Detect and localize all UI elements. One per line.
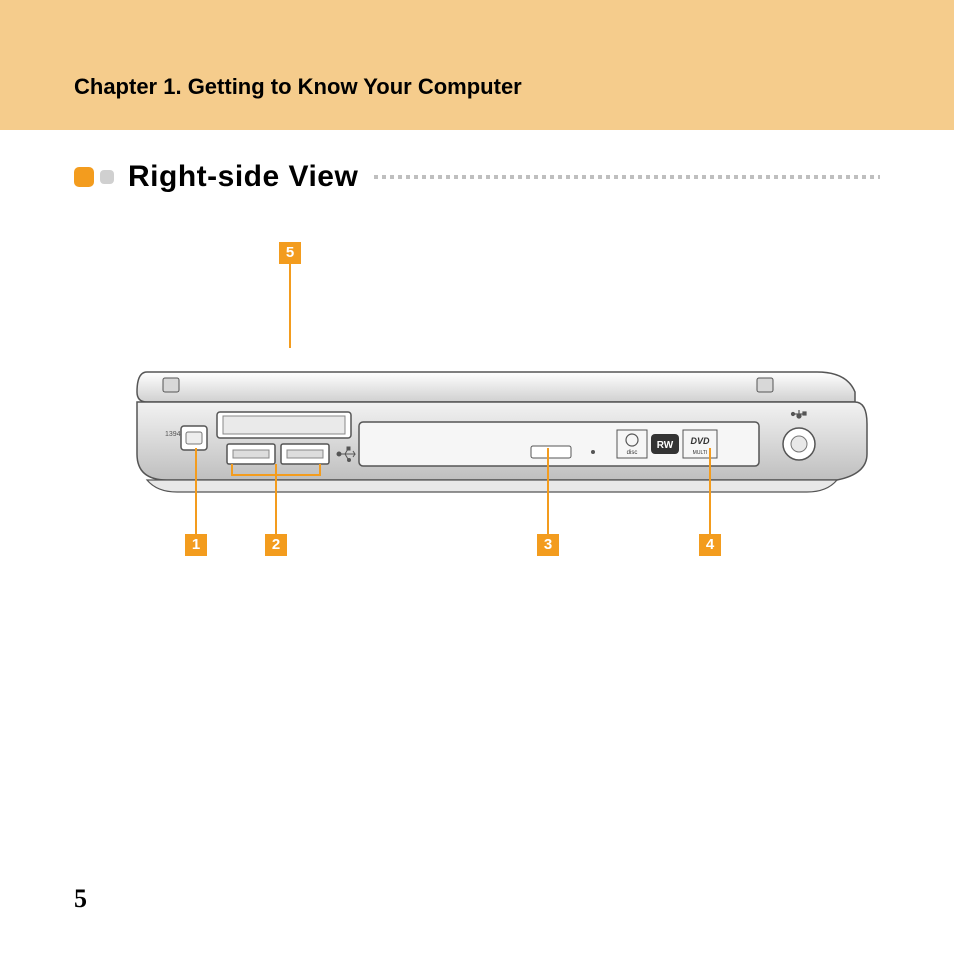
- section-bullet-secondary-icon: [100, 170, 114, 184]
- section-bullet-primary-icon: [74, 167, 94, 187]
- laptop-side-illustration: disc RW DVD MULTI 1394: [77, 334, 877, 514]
- svg-text:1394: 1394: [165, 431, 181, 438]
- section-dash-line: [374, 175, 880, 179]
- page-number: 5: [74, 884, 87, 914]
- svg-text:MULTI: MULTI: [693, 450, 708, 456]
- callout-5: 5: [279, 242, 301, 264]
- chapter-header-band: Chapter 1. Getting to Know Your Computer: [0, 0, 954, 130]
- section-title: Right-side View: [128, 160, 358, 194]
- callout-3-leader-line: [547, 448, 549, 534]
- callout-4-leader-line: [709, 448, 711, 534]
- chapter-title: Chapter 1. Getting to Know Your Computer: [74, 74, 954, 100]
- callout-1: 1: [185, 534, 207, 556]
- svg-text:DVD: DVD: [690, 436, 710, 446]
- callout-3: 3: [537, 534, 559, 556]
- callout-5-leader-line: [289, 264, 291, 348]
- callout-2: 2: [265, 534, 287, 556]
- callout-4-number: 4: [699, 534, 721, 556]
- callout-1-number: 1: [185, 534, 207, 556]
- callout-2-number: 2: [265, 534, 287, 556]
- callout-3-number: 3: [537, 534, 559, 556]
- callout-5-number: 5: [279, 242, 301, 264]
- callout-1-leader-line: [195, 448, 197, 534]
- callout-4: 4: [699, 534, 721, 556]
- section-heading-row: Right-side View: [0, 130, 954, 194]
- svg-text:RW: RW: [657, 440, 674, 451]
- callout-2-leader-line: [275, 464, 277, 534]
- manual-page: Chapter 1. Getting to Know Your Computer…: [0, 0, 954, 954]
- right-side-view-figure: disc RW DVD MULTI 1394: [77, 294, 877, 594]
- svg-text:disc: disc: [627, 450, 638, 456]
